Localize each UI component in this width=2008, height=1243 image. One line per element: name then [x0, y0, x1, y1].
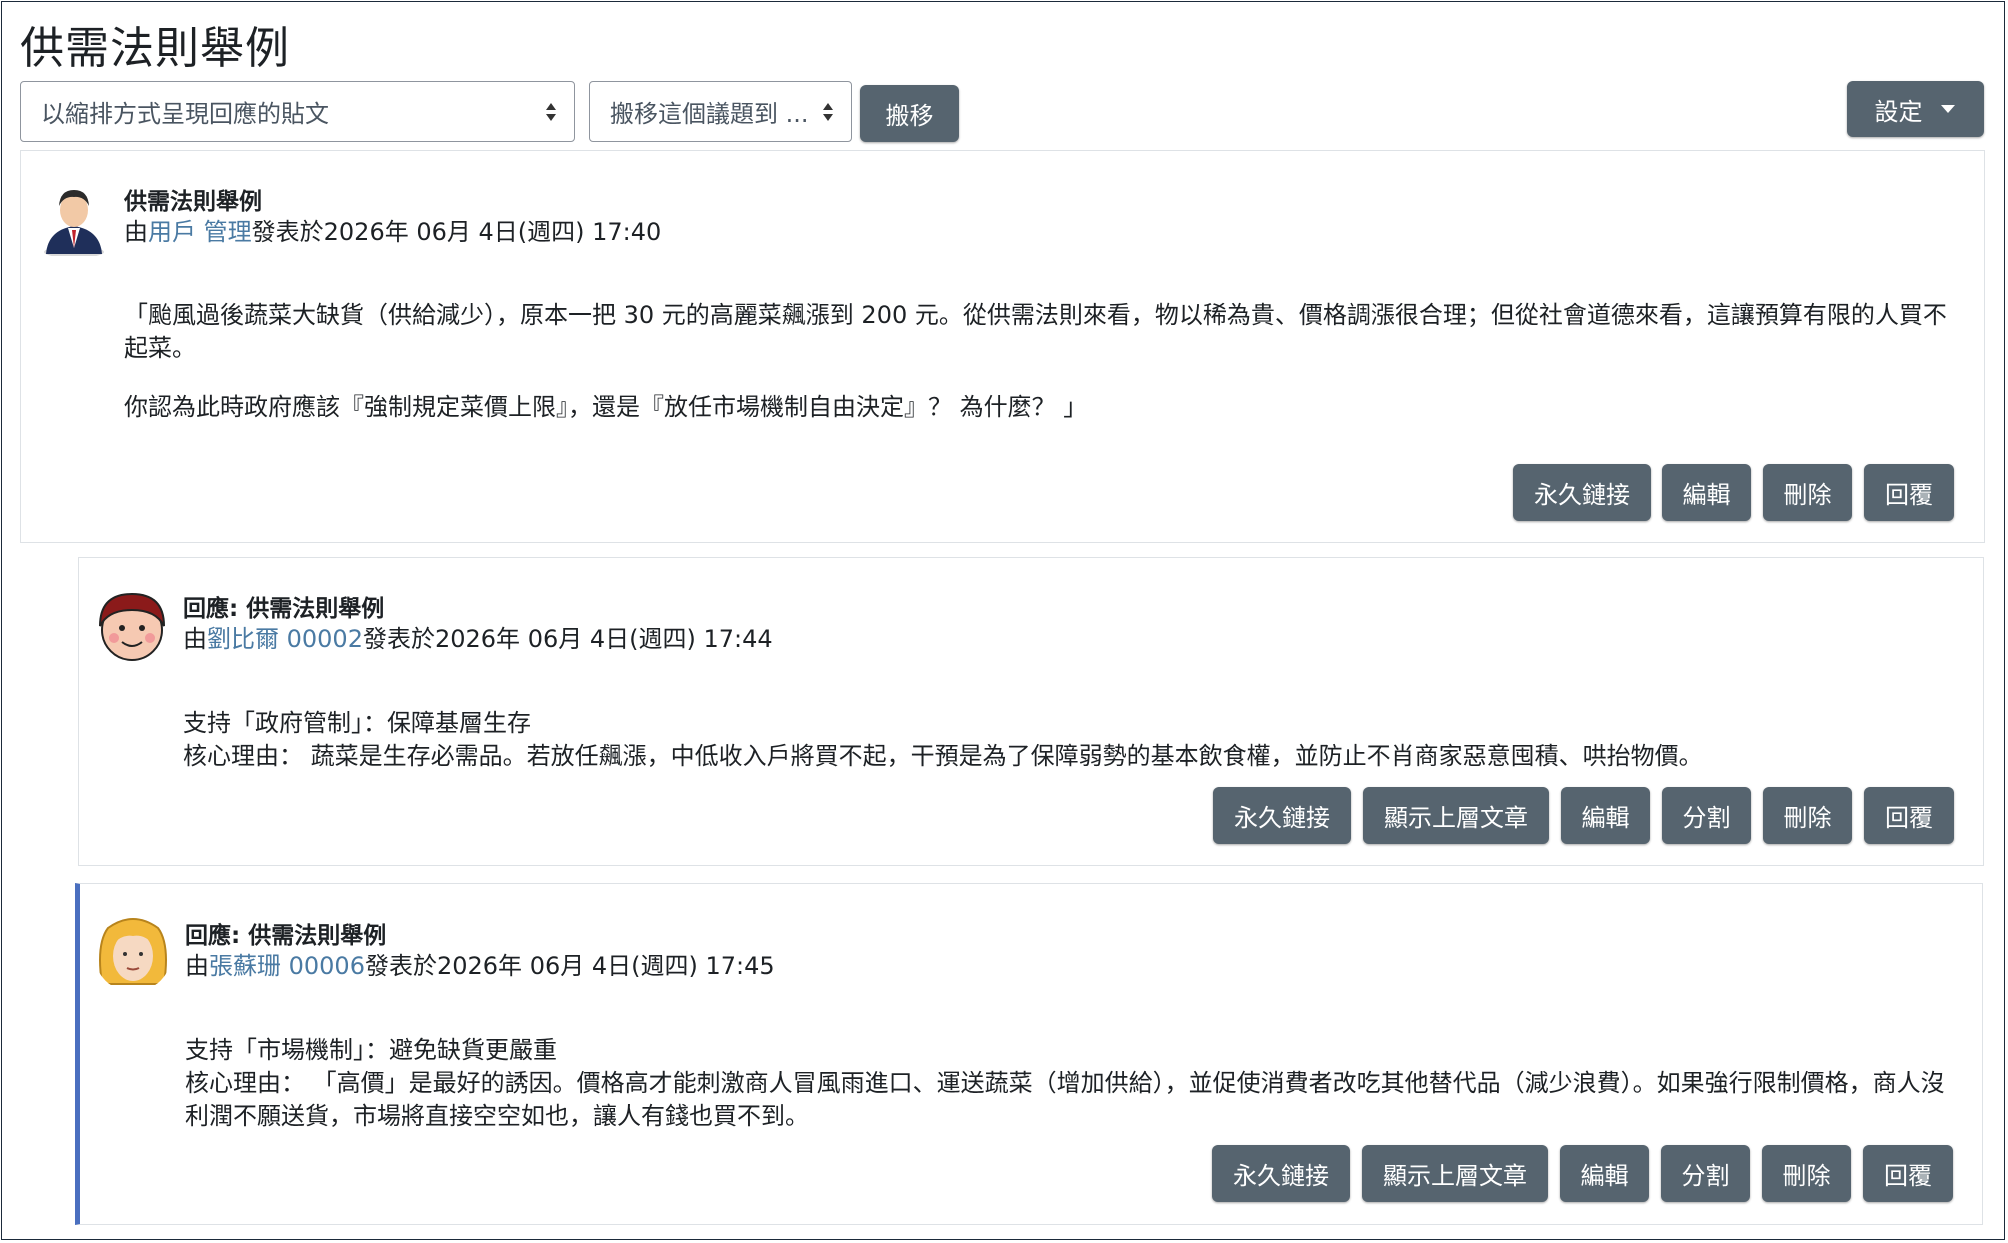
- edit-button[interactable]: 編輯: [1662, 464, 1751, 521]
- move-button-label: 搬移: [885, 102, 934, 130]
- post-content: 「颱風過後蔬菜大缺貨（供給減少），原本一把 30 元的高麗菜飆漲到 200 元。…: [124, 299, 1964, 424]
- settings-button-label: 設定: [1874, 97, 1923, 126]
- show-parent-button[interactable]: 顯示上層文章: [1362, 1145, 1548, 1202]
- post-paragraph: 核心理由： 「高價」是最好的誘因。價格高才能刺激商人冒風雨進口、運送蔬菜（增加供…: [185, 1069, 1945, 1130]
- sort-arrows-icon: [546, 102, 556, 121]
- caret-down-icon: [1940, 105, 1955, 113]
- edit-button[interactable]: 編輯: [1560, 1145, 1649, 1202]
- permalink-label: 永久鏈接: [1534, 481, 1630, 509]
- permalink-button[interactable]: 永久鏈接: [1513, 464, 1651, 521]
- user-avatar-icon: [99, 592, 165, 661]
- avatar: [94, 914, 172, 992]
- post-paragraph: 支持「政府管制」：保障基層生存: [183, 709, 531, 737]
- post-paragraph: 「颱風過後蔬菜大缺貨（供給減少），原本一把 30 元的高麗菜飆漲到 200 元。…: [124, 301, 1947, 362]
- post-subject: 供需法則舉例: [124, 189, 262, 215]
- byline-prefix: 由: [185, 952, 209, 980]
- author-link[interactable]: 張蘇珊 00006: [209, 952, 365, 980]
- delete-button[interactable]: 刪除: [1763, 787, 1852, 844]
- settings-button[interactable]: 設定: [1847, 81, 1984, 137]
- split-button[interactable]: 分割: [1662, 787, 1751, 844]
- reply-label: 回覆: [1885, 804, 1933, 832]
- byline-prefix: 由: [183, 625, 207, 653]
- permalink-label: 永久鏈接: [1233, 1162, 1329, 1190]
- show-parent-label: 顯示上層文章: [1383, 1162, 1527, 1190]
- reply-label: 回覆: [1884, 1162, 1932, 1190]
- move-discussion-value: 搬移這個議題到 ...: [610, 100, 809, 128]
- reply-label: 回覆: [1885, 481, 1933, 509]
- split-label: 分割: [1681, 1162, 1730, 1190]
- edit-label: 編輯: [1581, 804, 1630, 832]
- edit-label: 編輯: [1682, 481, 1731, 509]
- display-mode-select[interactable]: 以縮排方式呈現回應的貼文: [20, 81, 575, 142]
- author-link[interactable]: 劉比爾 00002: [207, 625, 363, 653]
- split-label: 分割: [1682, 804, 1731, 832]
- delete-label: 刪除: [1783, 804, 1832, 832]
- permalink-button[interactable]: 永久鏈接: [1213, 787, 1351, 844]
- delete-button[interactable]: 刪除: [1762, 1145, 1851, 1202]
- byline-prefix: 由: [124, 218, 148, 246]
- user-avatar-icon: [44, 190, 104, 256]
- post-byline: 由張蘇珊 00006發表於2026年 06月 4日(週四) 17:45: [185, 946, 775, 981]
- reply-button[interactable]: 回覆: [1863, 1145, 1953, 1202]
- page-title: 供需法則舉例: [20, 23, 290, 74]
- sort-arrows-icon: [823, 102, 833, 121]
- post-byline: 由用戶 管理發表於2026年 06月 4日(週四) 17:40: [124, 212, 661, 247]
- post-paragraph: 你認為此時政府應該『強制規定菜價上限』，還是『放任市場機制自由決定』？ 為什麼？…: [124, 393, 1088, 421]
- edit-button[interactable]: 編輯: [1561, 787, 1650, 844]
- posted-date: 發表於2026年 06月 4日(週四) 17:40: [251, 218, 662, 246]
- show-parent-button[interactable]: 顯示上層文章: [1363, 787, 1549, 844]
- post-content: 支持「市場機制」：避免缺貨更嚴重 核心理由： 「高價」是最好的誘因。價格高才能刺…: [185, 1034, 1965, 1133]
- post-content: 支持「政府管制」：保障基層生存 核心理由： 蔬菜是生存必需品。若放任飆漲，中低收…: [183, 707, 1963, 773]
- split-button[interactable]: 分割: [1661, 1145, 1750, 1202]
- post-subject: 回應: 供需法則舉例: [185, 923, 387, 949]
- posted-date: 發表於2026年 06月 4日(週四) 17:44: [362, 625, 773, 653]
- display-mode-value: 以縮排方式呈現回應的貼文: [41, 100, 329, 128]
- posted-date: 發表於2026年 06月 4日(週四) 17:45: [364, 952, 775, 980]
- post-byline: 由劉比爾 00002發表於2026年 06月 4日(週四) 17:44: [183, 619, 773, 654]
- post-paragraph: 核心理由： 蔬菜是生存必需品。若放任飆漲，中低收入戶將買不起，干預是為了保障弱勢…: [183, 742, 1703, 770]
- delete-label: 刪除: [1783, 481, 1832, 509]
- reply-button[interactable]: 回覆: [1864, 787, 1954, 844]
- move-discussion-select[interactable]: 搬移這個議題到 ...: [589, 81, 852, 142]
- delete-label: 刪除: [1782, 1162, 1831, 1190]
- delete-button[interactable]: 刪除: [1763, 464, 1852, 521]
- permalink-button[interactable]: 永久鏈接: [1212, 1145, 1350, 1202]
- post-subject: 回應: 供需法則舉例: [183, 596, 385, 622]
- user-avatar-icon: [99, 918, 167, 985]
- permalink-label: 永久鏈接: [1234, 804, 1330, 832]
- edit-label: 編輯: [1580, 1162, 1629, 1190]
- avatar: [40, 182, 108, 256]
- avatar: [94, 588, 170, 664]
- show-parent-label: 顯示上層文章: [1384, 804, 1528, 832]
- move-button[interactable]: 搬移: [860, 85, 959, 142]
- author-link[interactable]: 用戶 管理: [148, 218, 252, 246]
- post-paragraph: 支持「市場機制」：避免缺貨更嚴重: [185, 1036, 557, 1064]
- reply-button[interactable]: 回覆: [1864, 464, 1954, 521]
